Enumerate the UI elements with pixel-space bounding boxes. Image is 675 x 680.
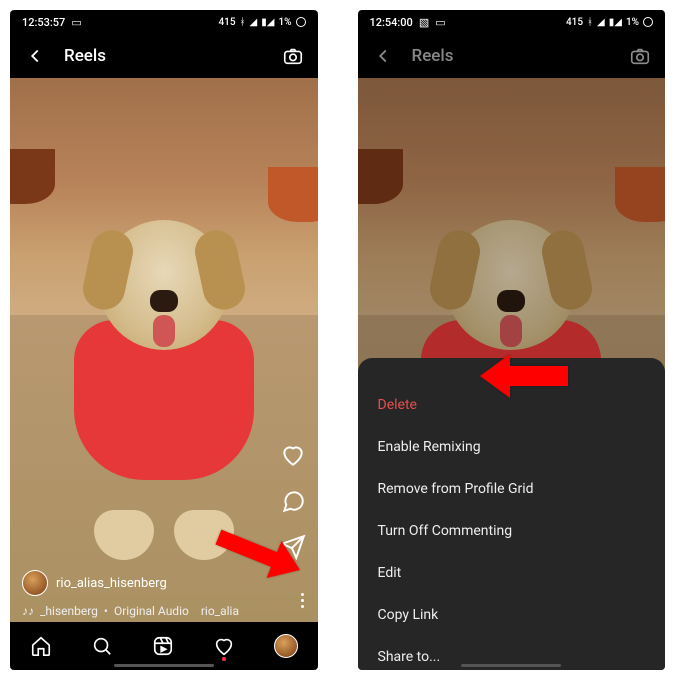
screenshot-icon: ▭ xyxy=(71,16,81,29)
sheet-edit[interactable]: Edit xyxy=(358,552,666,594)
header: Reels xyxy=(10,34,318,78)
audio-prefix: _hisenberg xyxy=(40,604,98,618)
audio-suffix: rio_alia xyxy=(201,604,239,618)
sheet-remove-from-grid[interactable]: Remove from Profile Grid xyxy=(358,468,666,510)
status-time: 12:54:00 xyxy=(370,16,413,29)
more-options-button[interactable] xyxy=(301,593,304,608)
status-time: 12:53:57 xyxy=(22,16,65,29)
home-indicator[interactable] xyxy=(114,664,214,667)
status-bar: 12:53:57 ▭ 415 ᚼ ◢ ▮◢ 1% xyxy=(10,10,318,34)
back-icon[interactable] xyxy=(372,45,394,67)
sheet-enable-remixing[interactable]: Enable Remixing xyxy=(358,426,666,468)
screenshot-icon: ▭ xyxy=(435,16,445,29)
annotation-arrow xyxy=(480,354,568,398)
nav-search-icon[interactable] xyxy=(91,635,113,657)
sheet-copy-link[interactable]: Copy Link xyxy=(358,594,666,636)
page-title: Reels xyxy=(64,46,264,66)
user-avatar[interactable] xyxy=(22,570,48,596)
nav-home-icon[interactable] xyxy=(30,635,52,657)
network-label: 415 xyxy=(566,17,583,28)
network-label: 415 xyxy=(218,17,235,28)
battery-label: 1% xyxy=(626,17,639,28)
audio-row[interactable]: ♪♪ _hisenberg • Original Audio rio_alia xyxy=(22,604,306,618)
bluetooth-icon: ᚼ xyxy=(587,17,593,28)
home-indicator[interactable] xyxy=(461,664,561,667)
nav-reels-icon[interactable] xyxy=(152,635,174,657)
header: Reels xyxy=(358,34,666,78)
signal-icon: ▮◢ xyxy=(609,17,622,28)
username[interactable]: rio_alias_hisenberg xyxy=(56,576,167,591)
signal-icon: ▮◢ xyxy=(261,17,274,28)
audio-icon: ♪♪ xyxy=(22,604,34,618)
wifi-icon: ◢ xyxy=(250,17,258,28)
bluetooth-icon: ᚼ xyxy=(240,17,246,28)
status-bar: 12:54:00 ▧ ▭ 415 ᚼ ◢ ▮◢ 1% xyxy=(358,10,666,34)
image-icon: ▧ xyxy=(419,16,429,29)
camera-icon[interactable] xyxy=(629,45,651,67)
reel-area[interactable]: rio_alias_hisenberg ♪♪ _hisenberg • Orig… xyxy=(10,78,318,670)
battery-label: 1% xyxy=(278,17,291,28)
phone-left: 12:53:57 ▭ 415 ᚼ ◢ ▮◢ 1% Reels xyxy=(10,10,318,670)
page-title: Reels xyxy=(412,46,612,66)
wifi-icon: ◢ xyxy=(597,17,605,28)
nav-activity-icon[interactable] xyxy=(213,635,235,657)
camera-icon[interactable] xyxy=(282,45,304,67)
bottom-nav xyxy=(10,622,318,670)
battery-icon xyxy=(296,17,306,27)
audio-label: Original Audio xyxy=(114,604,189,618)
phone-right: 12:54:00 ▧ ▭ 415 ᚼ ◢ ▮◢ 1% Reels xyxy=(358,10,666,670)
nav-profile-avatar[interactable] xyxy=(274,634,298,658)
back-icon[interactable] xyxy=(24,45,46,67)
like-icon[interactable] xyxy=(280,442,306,468)
action-sheet: Delete Enable Remixing Remove from Profi… xyxy=(358,358,666,670)
sheet-turn-off-commenting[interactable]: Turn Off Commenting xyxy=(358,510,666,552)
comment-icon[interactable] xyxy=(280,488,306,514)
battery-icon xyxy=(643,17,653,27)
